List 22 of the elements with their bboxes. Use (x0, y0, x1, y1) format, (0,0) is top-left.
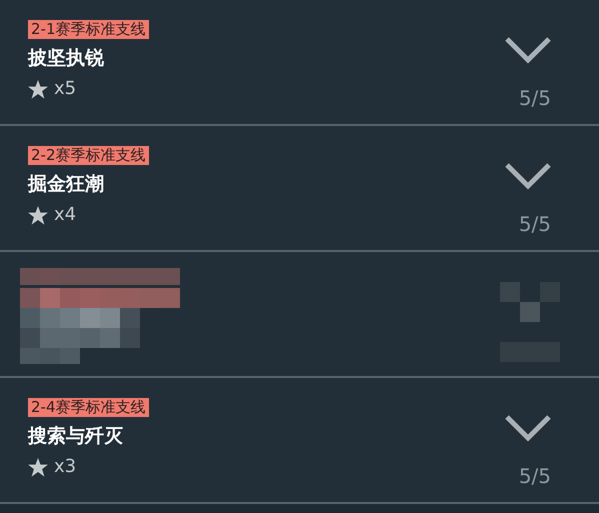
quest-card[interactable]: 2-2赛季标准支线 掘金狂潮 x4 5/5 (0, 126, 599, 252)
season-tag: 2-1赛季标准支线 (28, 20, 148, 39)
star-count: x4 (54, 204, 76, 226)
quest-title: 披坚执锐 (28, 46, 104, 70)
star-count: x3 (54, 456, 76, 478)
star-count: x5 (54, 78, 76, 100)
progress-text: 5/5 (518, 464, 551, 488)
chevron-down-icon[interactable] (504, 414, 552, 442)
quest-title: 搜索与歼灭 (28, 424, 123, 448)
quest-card[interactable]: 2-1赛季标准支线 披坚执锐 x5 5/5 (0, 0, 599, 126)
star-icon (28, 458, 48, 476)
quest-card[interactable] (0, 252, 599, 378)
progress-text: 5/5 (518, 212, 551, 236)
chevron-down-icon[interactable] (504, 36, 552, 64)
quest-title: 掘金狂潮 (28, 172, 104, 196)
season-tag: 2-2赛季标准支线 (28, 146, 148, 165)
season-tag: 2-4赛季标准支线 (28, 398, 148, 417)
chevron-down-icon[interactable] (504, 162, 552, 190)
star-icon (28, 206, 48, 224)
star-icon (28, 80, 48, 98)
quest-card[interactable]: 2-4赛季标准支线 搜索与歼灭 x3 5/5 (0, 378, 599, 504)
progress-text: 5/5 (518, 86, 551, 110)
